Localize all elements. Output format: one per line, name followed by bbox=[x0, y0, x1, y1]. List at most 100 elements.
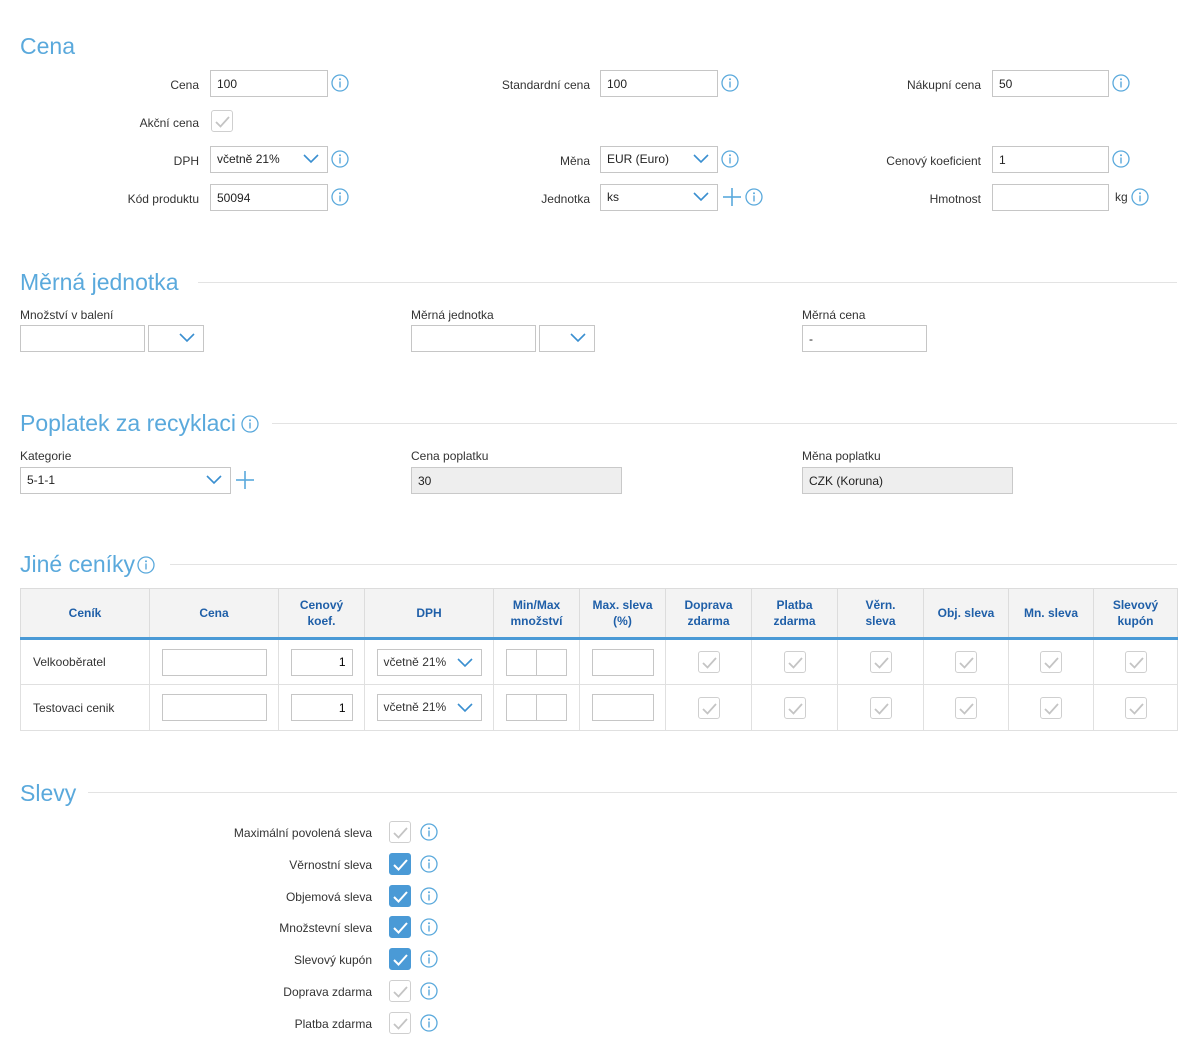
row-checkbox[interactable] bbox=[1124, 696, 1147, 719]
row-max-input[interactable] bbox=[536, 648, 567, 676]
merna-cena-input[interactable] bbox=[802, 325, 927, 352]
info-icon[interactable] bbox=[331, 74, 349, 92]
sleva-checkbox[interactable] bbox=[389, 916, 411, 939]
check-icon bbox=[1044, 702, 1059, 714]
sleva-checkbox[interactable] bbox=[389, 884, 411, 907]
platba-cell bbox=[751, 638, 838, 685]
row-checkbox[interactable] bbox=[955, 651, 977, 673]
ceniky-table: Ceník Cena Cenový koef. DPH Min/Max množst… bbox=[20, 588, 1178, 731]
sleva-checkbox[interactable] bbox=[389, 980, 411, 1002]
row-min-input[interactable] bbox=[506, 648, 537, 676]
dph-cell: včetně 21% bbox=[364, 638, 494, 685]
section-title-poplatek-za-recyklaci: Poplatek za recyklaci bbox=[20, 410, 237, 436]
row-checkbox[interactable] bbox=[697, 696, 720, 719]
sleva-checkbox[interactable] bbox=[389, 852, 411, 875]
col-header-koef: Cenový koef. bbox=[278, 588, 365, 640]
check-icon bbox=[873, 657, 889, 669]
cenovy-koeficient-input[interactable] bbox=[992, 146, 1109, 173]
info-icon[interactable] bbox=[241, 415, 259, 433]
row-max-input[interactable] bbox=[536, 694, 567, 721]
row-checkbox[interactable] bbox=[869, 696, 892, 719]
row-dph-select[interactable]: včetně 21% bbox=[376, 648, 482, 676]
add-kategorie-plus-icon[interactable] bbox=[236, 471, 254, 489]
sleva-label: Maximální povolená sleva bbox=[233, 826, 372, 840]
section-divider bbox=[198, 282, 1177, 283]
mnozstvi-v-baleni-input[interactable] bbox=[20, 325, 145, 352]
info-icon[interactable] bbox=[420, 950, 438, 968]
merna-jednotka-select[interactable] bbox=[539, 325, 595, 352]
check-icon bbox=[393, 827, 408, 839]
info-icon[interactable] bbox=[331, 150, 349, 168]
row-checkbox[interactable] bbox=[1040, 651, 1062, 673]
col-header-max-sleva: Max. sleva (%) bbox=[579, 588, 666, 640]
sleva-label: Objemová sleva bbox=[285, 889, 372, 904]
info-icon[interactable] bbox=[1112, 74, 1130, 92]
dph-select[interactable]: včetně 21% bbox=[210, 146, 328, 173]
mena-select[interactable]: EUR (Euro) bbox=[600, 146, 718, 173]
col-header-mn-sleva: Mn. sleva bbox=[1008, 588, 1094, 640]
nakupni-cena-input[interactable] bbox=[992, 70, 1109, 97]
standardni-cena-input[interactable] bbox=[600, 70, 718, 97]
info-icon[interactable] bbox=[137, 556, 155, 574]
cena-input[interactable] bbox=[210, 70, 328, 97]
info-icon[interactable] bbox=[420, 823, 438, 841]
doprava-cell bbox=[665, 684, 752, 731]
kupon-cell bbox=[1093, 638, 1178, 685]
check-icon bbox=[393, 954, 408, 966]
row-cena-input[interactable] bbox=[161, 648, 267, 676]
chevron-down-icon bbox=[179, 333, 195, 342]
col-header-kupon: Slevový kupón bbox=[1093, 588, 1178, 640]
row-checkbox[interactable] bbox=[1124, 651, 1147, 673]
col-header-obj-sleva: Obj. sleva bbox=[923, 588, 1009, 640]
sleva-checkbox[interactable] bbox=[389, 1011, 411, 1034]
info-icon[interactable] bbox=[420, 918, 438, 937]
info-icon[interactable] bbox=[420, 1014, 438, 1032]
add-jednotka-plus-icon[interactable] bbox=[723, 188, 741, 206]
info-icon[interactable] bbox=[331, 188, 349, 206]
vern-sleva-cell bbox=[837, 684, 924, 731]
info-icon[interactable] bbox=[721, 74, 739, 92]
check-icon bbox=[1128, 657, 1144, 669]
mnozstvi-unit-select[interactable] bbox=[148, 325, 204, 352]
row-checkbox[interactable] bbox=[955, 696, 977, 719]
obj-sleva-cell bbox=[923, 638, 1009, 685]
row-max-sleva-input[interactable] bbox=[591, 648, 654, 676]
info-icon[interactable] bbox=[420, 886, 438, 905]
row-checkbox[interactable] bbox=[783, 651, 806, 673]
col-header-platba: Platba zdarma bbox=[751, 588, 838, 640]
merna-cena-label: Měrná cena bbox=[802, 308, 866, 322]
info-icon[interactable] bbox=[1112, 150, 1130, 168]
mena-label: Měna bbox=[559, 154, 590, 168]
info-icon[interactable] bbox=[420, 855, 438, 873]
info-icon[interactable] bbox=[745, 188, 763, 206]
row-cena-input[interactable] bbox=[161, 694, 267, 721]
info-icon[interactable] bbox=[721, 150, 739, 168]
jednotka-select[interactable]: ks bbox=[600, 184, 718, 211]
info-icon[interactable] bbox=[1131, 188, 1149, 206]
row-checkbox[interactable] bbox=[869, 651, 892, 673]
row-koef-input[interactable] bbox=[290, 694, 353, 721]
row-dph-value: včetně 21% bbox=[383, 700, 447, 714]
merna-jednotka-input[interactable] bbox=[411, 325, 536, 352]
row-checkbox[interactable] bbox=[783, 696, 806, 719]
row-dph-select[interactable]: včetně 21% bbox=[376, 694, 482, 721]
hmotnost-input[interactable] bbox=[992, 184, 1109, 211]
info-icon[interactable] bbox=[420, 982, 438, 1000]
kategorie-select[interactable]: 5-1-1 bbox=[20, 467, 231, 494]
row-checkbox[interactable] bbox=[697, 651, 720, 673]
row-koef-input[interactable] bbox=[290, 648, 353, 676]
row-checkbox[interactable] bbox=[1040, 696, 1062, 719]
cenik-name-cell: Velkooběratel bbox=[20, 638, 150, 685]
row-min-input[interactable] bbox=[506, 694, 537, 721]
vern-sleva-cell bbox=[837, 638, 924, 685]
chevron-down-icon bbox=[456, 657, 473, 667]
check-icon bbox=[1044, 657, 1059, 669]
kod-produktu-input[interactable] bbox=[210, 184, 328, 211]
sleva-checkbox[interactable] bbox=[389, 821, 411, 843]
akcni-cena-checkbox[interactable] bbox=[211, 110, 233, 132]
row-max-sleva-input[interactable] bbox=[591, 694, 654, 721]
check-icon bbox=[393, 1017, 408, 1030]
sleva-checkbox[interactable] bbox=[389, 948, 411, 971]
section-divider bbox=[88, 792, 1177, 793]
doprava-cell bbox=[665, 638, 752, 685]
